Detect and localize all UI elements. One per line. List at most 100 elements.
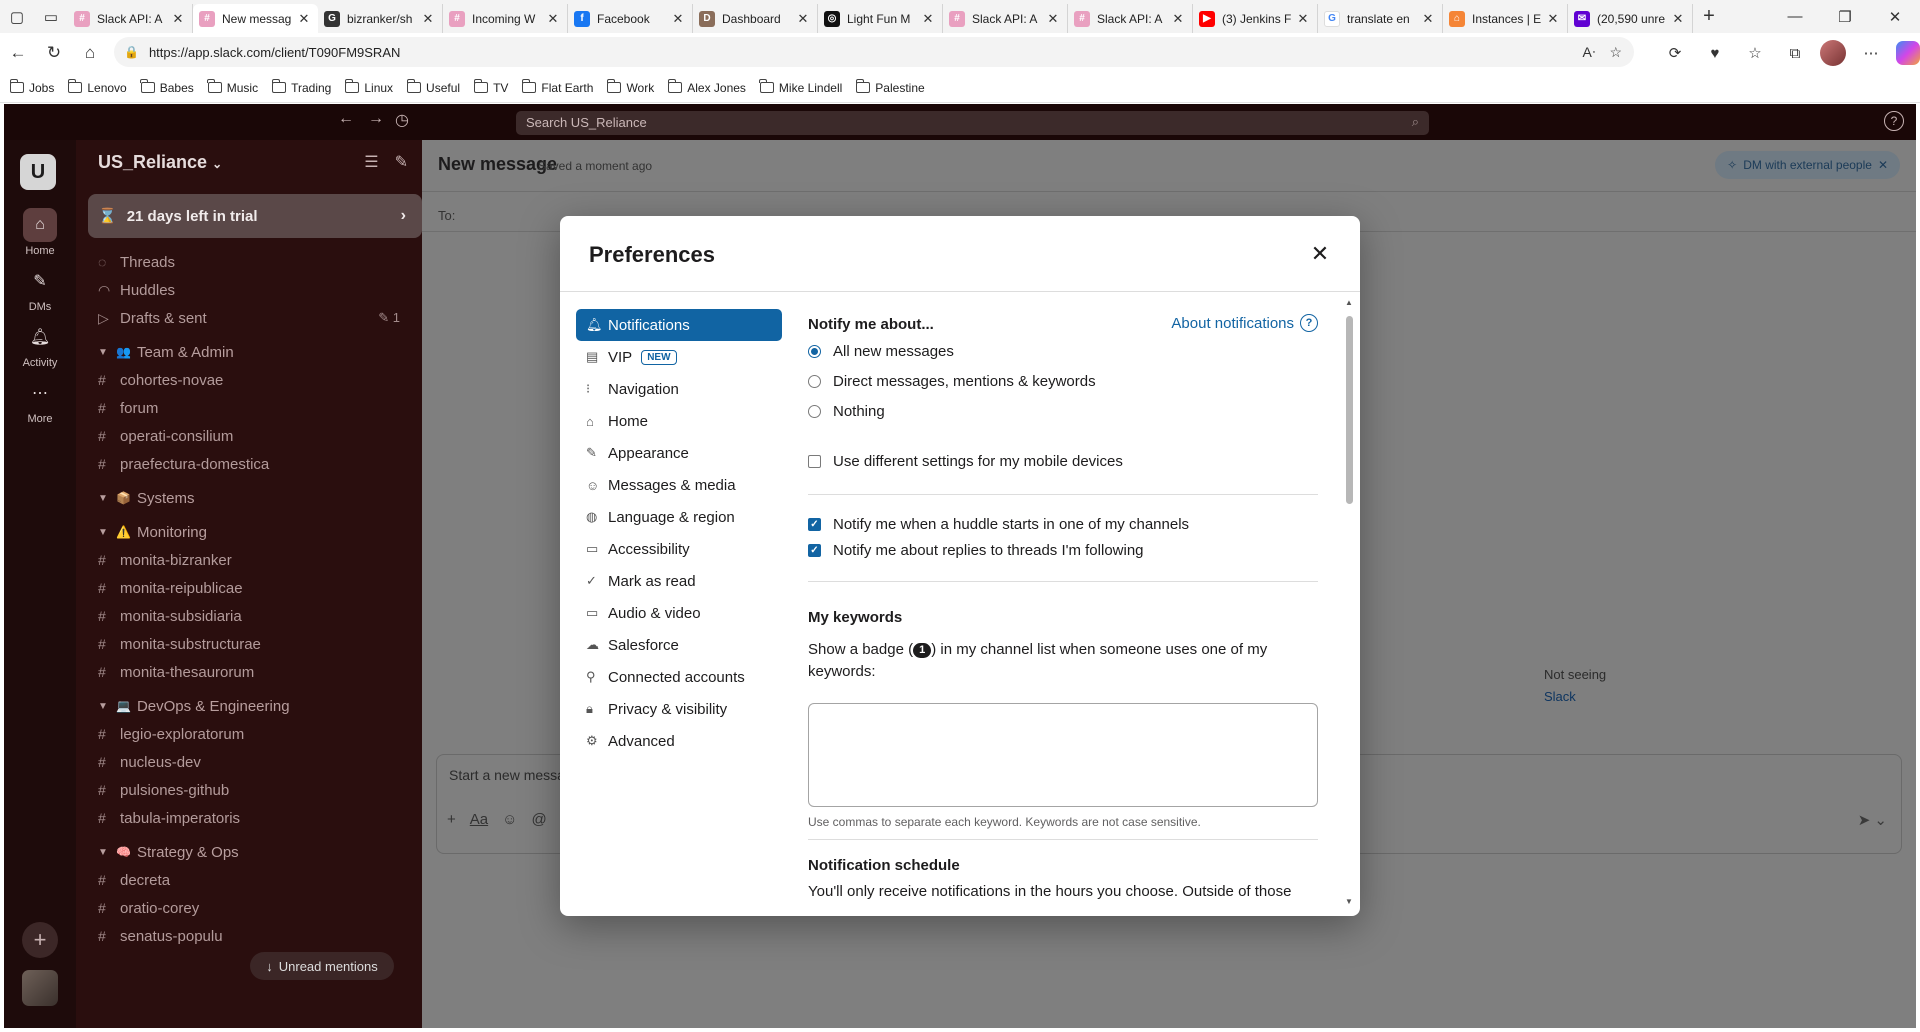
- restore-button[interactable]: ❐: [1820, 0, 1870, 33]
- bookmark-folder[interactable]: Jobs: [9, 79, 54, 95]
- profile-avatar[interactable]: [1820, 40, 1846, 66]
- close-tab-icon[interactable]: ✕: [420, 11, 436, 27]
- close-window-button[interactable]: ✕: [1870, 0, 1920, 33]
- compose-icon[interactable]: ✎: [395, 152, 408, 172]
- bookmark-folder[interactable]: Trading: [271, 79, 331, 95]
- close-tab-icon[interactable]: ✕: [170, 11, 186, 27]
- rail-dms[interactable]: ✎ DMs: [4, 264, 76, 313]
- sidebar-section[interactable]: ▼ 📦 Systems: [76, 484, 422, 512]
- scroll-up-icon[interactable]: ▲: [1344, 298, 1354, 307]
- pref-nav-salesforce[interactable]: ☁ Salesforce: [576, 629, 782, 661]
- close-icon[interactable]: ✕: [1304, 238, 1336, 270]
- browser-tab[interactable]: ◎ Light Fun M ✕: [818, 4, 943, 33]
- close-tab-icon[interactable]: ✕: [545, 11, 561, 27]
- close-tab-icon[interactable]: ✕: [1045, 11, 1061, 27]
- pref-nav-mark-as-read[interactable]: ✓ Mark as read: [576, 565, 782, 597]
- format-icon[interactable]: Aa: [470, 811, 488, 829]
- help-icon[interactable]: ?: [1884, 111, 1904, 131]
- bookmark-folder[interactable]: Work: [606, 79, 654, 95]
- browser-tab[interactable]: f Facebook ✕: [568, 4, 693, 33]
- browser-tab[interactable]: # Incoming W ✕: [443, 4, 568, 33]
- bookmark-folder[interactable]: TV: [473, 79, 508, 95]
- forward-arrow-icon[interactable]: →: [364, 110, 388, 128]
- workspaces-icon[interactable]: ▢: [0, 0, 34, 33]
- channel-item[interactable]: # monita-thesaurorum: [76, 658, 422, 686]
- bookmark-folder[interactable]: Alex Jones: [667, 79, 746, 95]
- bookmark-folder[interactable]: Babes: [140, 79, 194, 95]
- bookmark-folder[interactable]: Useful: [406, 79, 460, 95]
- rail-more[interactable]: ⋯ More: [4, 376, 76, 425]
- close-tab-icon[interactable]: ✕: [1545, 11, 1561, 27]
- channel-item[interactable]: # nucleus-dev: [76, 748, 422, 776]
- sidebar-section[interactable]: ▼ 👥 Team & Admin: [76, 338, 422, 366]
- bookmark-folder[interactable]: Flat Earth: [521, 79, 593, 95]
- huddle-checkbox[interactable]: ✓ Notify me when a huddle starts in one …: [808, 516, 1189, 533]
- sidebar-section[interactable]: ▼ ⚠️ Monitoring: [76, 518, 422, 546]
- sidebar-item-huddles[interactable]: ◠ Huddles: [76, 276, 422, 304]
- vertical-tabs-icon[interactable]: ▭: [34, 0, 68, 33]
- performance-icon[interactable]: ♥: [1700, 38, 1730, 68]
- keywords-textarea[interactable]: [808, 703, 1318, 807]
- url-bar[interactable]: 🔒 https://app.slack.com/client/T090FM9SR…: [114, 37, 1634, 67]
- back-button[interactable]: ←: [0, 35, 36, 71]
- mobile-settings-checkbox[interactable]: Use different settings for my mobile dev…: [808, 453, 1123, 470]
- pref-nav-home[interactable]: ⌂ Home: [576, 405, 782, 437]
- pref-nav-language-region[interactable]: ◍ Language & region: [576, 501, 782, 533]
- browser-tab[interactable]: ✉ (20,590 unre ✕: [1568, 4, 1693, 33]
- read-aloud-icon[interactable]: Aᐧ: [1583, 44, 1596, 61]
- thread-replies-checkbox[interactable]: ✓ Notify me about replies to threads I'm…: [808, 542, 1144, 559]
- channel-item[interactable]: # cohortes-novae: [76, 366, 422, 394]
- browser-tab[interactable]: D Dashboard ✕: [693, 4, 818, 33]
- radio-nothing[interactable]: Nothing: [808, 403, 885, 420]
- radio-button[interactable]: [808, 375, 821, 388]
- close-tab-icon[interactable]: ✕: [296, 11, 312, 27]
- minimize-button[interactable]: —: [1770, 0, 1820, 33]
- favorites-icon[interactable]: ☆: [1740, 38, 1770, 68]
- browser-tab[interactable]: # Slack API: A ✕: [68, 4, 193, 33]
- bookmark-folder[interactable]: Music: [207, 79, 258, 95]
- favorite-star-icon[interactable]: ☆: [1609, 44, 1622, 61]
- filter-icon[interactable]: ☰: [364, 152, 378, 172]
- checkbox[interactable]: ✓: [808, 518, 821, 531]
- close-tab-icon[interactable]: ✕: [1420, 11, 1436, 27]
- more-menu-icon[interactable]: ⋯: [1856, 38, 1886, 68]
- channel-item[interactable]: # tabula-imperatoris: [76, 804, 422, 832]
- browser-tab[interactable]: ⌂ Instances | E ✕: [1443, 4, 1568, 33]
- extensions-icon[interactable]: ⟳: [1660, 38, 1690, 68]
- workspace-icon[interactable]: U: [20, 154, 56, 190]
- pref-nav-audio-video[interactable]: ▭ Audio & video: [576, 597, 782, 629]
- slack-link[interactable]: Slack: [1544, 686, 1606, 708]
- pref-nav-connected-accounts[interactable]: ⚲ Connected accounts: [576, 661, 782, 693]
- channel-item[interactable]: # monita-reipublicae: [76, 574, 422, 602]
- browser-tab[interactable]: # Slack API: A ✕: [943, 4, 1068, 33]
- back-arrow-icon[interactable]: ←: [334, 110, 358, 128]
- close-tab-icon[interactable]: ✕: [1170, 11, 1186, 27]
- channel-item[interactable]: # monita-subsidiaria: [76, 602, 422, 630]
- unread-mentions-button[interactable]: ↓ Unread mentions: [250, 952, 394, 980]
- radio-button[interactable]: [808, 405, 821, 418]
- checkbox[interactable]: ✓: [808, 544, 821, 557]
- scroll-thumb[interactable]: [1346, 316, 1353, 504]
- bookmark-folder[interactable]: Linux: [344, 79, 393, 95]
- new-tab-button[interactable]: +: [1693, 0, 1725, 33]
- sidebar-item-threads[interactable]: ◌ Threads: [76, 248, 422, 276]
- send-icon[interactable]: ➤ ⌄: [1858, 811, 1887, 829]
- pref-nav-notifications[interactable]: 🔔︎ Notifications: [576, 309, 782, 341]
- browser-tab[interactable]: ▶ (3) Jenkins F ✕: [1193, 4, 1318, 33]
- browser-tab[interactable]: Gtranslate en ✕: [1318, 4, 1443, 33]
- history-icon[interactable]: ◷: [390, 110, 414, 130]
- sidebar-item-drafts-sent[interactable]: ▷ Drafts & sent ✎ 1: [76, 304, 422, 332]
- channel-item[interactable]: # operati-consilium: [76, 422, 422, 450]
- checkbox[interactable]: [808, 455, 821, 468]
- sidebar-section[interactable]: ▼ 🧠 Strategy & Ops: [76, 838, 422, 866]
- pref-nav-appearance[interactable]: ✎ Appearance: [576, 437, 782, 469]
- rail-activity[interactable]: 🔔︎ Activity: [4, 320, 76, 369]
- channel-item[interactable]: # forum: [76, 394, 422, 422]
- bookmark-folder[interactable]: Mike Lindell: [759, 79, 842, 95]
- radio-dms-mentions[interactable]: Direct messages, mentions & keywords: [808, 373, 1096, 390]
- close-tab-icon[interactable]: ✕: [920, 11, 936, 27]
- copilot-icon[interactable]: [1896, 41, 1920, 65]
- add-workspace-button[interactable]: +: [22, 922, 58, 958]
- mention-icon[interactable]: @: [531, 811, 546, 829]
- close-icon[interactable]: ✕: [1878, 158, 1888, 172]
